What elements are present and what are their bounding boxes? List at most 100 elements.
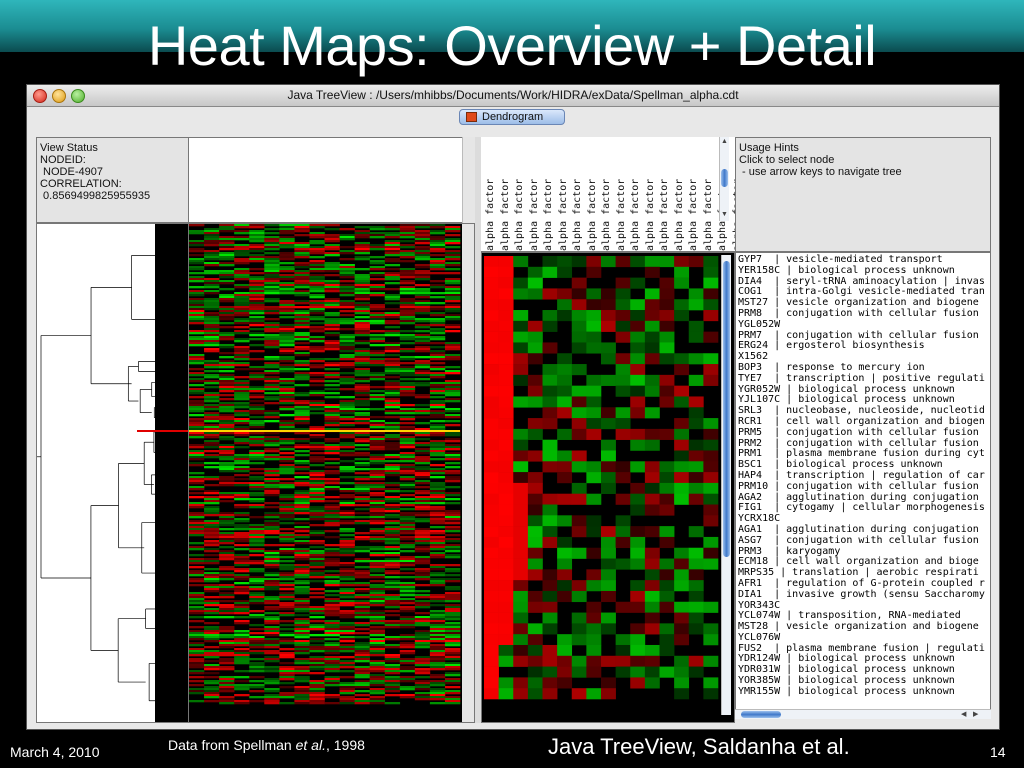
gene-list-item[interactable]: YMR155W | biological process unknown: [738, 686, 985, 698]
zoom-cell: [688, 580, 704, 592]
heatmap-cell: [369, 640, 386, 643]
gene-list-item[interactable]: PRM5 | conjugation with cellular fusion: [738, 427, 985, 439]
heatmap-cell: [264, 328, 280, 331]
heatmap-cell: [219, 666, 235, 669]
heatmap-cell: [444, 486, 461, 489]
heatmap-cell: [339, 490, 355, 493]
heatmap-cell: [264, 436, 280, 439]
heatmap-cell: [219, 586, 235, 589]
scroll-up-icon[interactable]: ▲: [721, 138, 728, 146]
global-heatmap-panel[interactable]: [188, 223, 475, 723]
heatmap-cell: [234, 600, 250, 603]
array-labels-scrollbar[interactable]: ▲ ▼: [719, 137, 729, 221]
heatmap-cell: [204, 328, 220, 331]
zoom-cell: [484, 331, 499, 343]
dendrogram-button[interactable]: Dendrogram: [459, 109, 565, 125]
heatmap-cell: [444, 246, 461, 249]
heatmap-cell: [354, 328, 370, 331]
scroll-down-icon[interactable]: ▼: [721, 211, 728, 219]
heatmap-cell: [219, 496, 235, 499]
window-titlebar[interactable]: Java TreeView : /Users/mhibbs/Documents/…: [27, 85, 999, 107]
zoom-cell: [630, 256, 646, 268]
zoom-cell: [703, 558, 719, 570]
gene-list-item[interactable]: DIA1 | invasive growth (sensu Saccharomy: [738, 589, 985, 601]
dendrogram-tree[interactable]: [37, 224, 188, 722]
gene-list-item[interactable]: TYE7 | transcription | positive regulati: [738, 373, 985, 385]
heatmap-cell: [204, 348, 220, 351]
heatmap-cell: [384, 484, 401, 487]
gene-list-item[interactable]: YGL052W: [738, 319, 985, 331]
zoom-cell: [659, 374, 675, 386]
heatmap-cell: [444, 384, 461, 387]
status-line: CORRELATION:: [40, 178, 122, 190]
heatmap-cell: [309, 284, 325, 287]
zoom-cell: [542, 655, 558, 667]
zoomed-heatmap[interactable]: [482, 253, 734, 722]
heatmap-cell: [339, 514, 355, 517]
heatmap-cell: [429, 374, 446, 377]
heatmap-cell: [249, 294, 265, 297]
gene-list-item[interactable]: PRM10 | conjugation with cellular fusion: [738, 481, 985, 493]
heatmap-cell: [309, 558, 325, 561]
heatmap-cell: [204, 456, 220, 459]
heatmap-cell: [324, 262, 340, 265]
scroll-left-icon[interactable]: ◀: [961, 711, 966, 719]
heatmap-cell: [429, 530, 446, 533]
array-label: alpha factor: [543, 178, 554, 251]
heatmap-cell: [309, 474, 325, 477]
zoom-cell: [527, 590, 543, 603]
heatmap-cell: [189, 372, 205, 375]
gene-list-panel[interactable]: GYP7 | vesicle-mediated transport YER158C…: [735, 252, 991, 712]
heatmap-cell: [264, 244, 280, 247]
zoom-cell: [615, 472, 631, 484]
heatmap-cell: [264, 668, 280, 671]
heatmap-cell: [444, 528, 461, 531]
heatmap-cell: [444, 392, 461, 395]
gene-list-item[interactable]: ASG7 | conjugation with cellular fusion: [738, 535, 985, 547]
zoom-cell: [586, 547, 602, 559]
heatmap-cell: [444, 674, 461, 677]
zoomed-heatmap-panel[interactable]: [481, 252, 735, 723]
heatmap-cell: [189, 232, 205, 235]
heatmap-cell: [354, 602, 370, 605]
gene-list-item[interactable]: YER158C | biological process unknown: [738, 265, 985, 277]
heatmap-cell: [234, 562, 250, 565]
heatmap-cell: [354, 368, 370, 371]
scroll-right-icon[interactable]: ▶: [973, 711, 978, 719]
heatmap-cell: [414, 394, 431, 397]
zoom-scrollbar[interactable]: [721, 255, 731, 715]
global-heatmap[interactable]: [189, 224, 474, 722]
heatmap-cell: [399, 486, 416, 489]
gene-list-item[interactable]: ERG24 | ergosterol biosynthesis: [738, 341, 985, 352]
heatmap-cell: [309, 304, 325, 307]
heatmap-cell: [279, 252, 295, 255]
heatmap-cell: [384, 500, 401, 503]
zoom-cell: [688, 299, 704, 311]
heatmap-cell: [429, 492, 446, 495]
scrollbar-thumb[interactable]: [741, 711, 781, 718]
heatmap-cell: [294, 438, 310, 441]
zoom-cell: [644, 666, 660, 678]
heatmap-cell: [354, 632, 370, 635]
gene-list[interactable]: GYP7 | vesicle-mediated transport YER158C…: [738, 254, 985, 698]
heatmap-cell: [264, 448, 280, 451]
zoom-cell: [557, 374, 573, 386]
global-header-scrollbar[interactable]: [462, 137, 475, 223]
gene-tree-panel[interactable]: [36, 223, 189, 723]
scrollbar-thumb[interactable]: [721, 169, 728, 187]
heatmap-cell: [414, 320, 431, 323]
heatmap-cell: [219, 456, 235, 459]
heatmap-cell: [414, 492, 431, 495]
scrollbar-thumb[interactable]: [723, 261, 730, 557]
heatmap-cell: [264, 506, 280, 509]
heatmap-cell: [264, 544, 280, 547]
heatmap-cell: [189, 310, 205, 313]
heatmap-cell: [309, 496, 325, 499]
gene-list-hscrollbar[interactable]: ◀ ▶: [735, 709, 991, 719]
zoom-cell: [586, 266, 602, 278]
heatmap-cell: [279, 446, 295, 449]
heatmap-cell: [204, 668, 220, 671]
heatmap-cell: [309, 608, 325, 611]
heatmap-cell: [279, 230, 295, 233]
heatmap-cell: [234, 422, 250, 425]
